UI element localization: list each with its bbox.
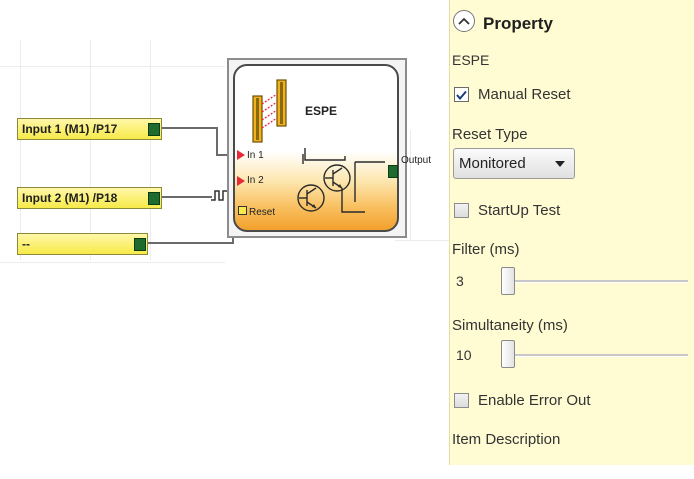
pin-reset-label: Reset <box>249 207 276 218</box>
dropdown-arrow-icon <box>555 161 565 167</box>
wire-reset <box>146 242 234 244</box>
grid-line <box>20 40 21 260</box>
espe-function-block[interactable]: ESPE In 1 In 2 Reset <box>233 64 399 232</box>
input-block-label: Input 1 (M1) /P17 <box>22 122 118 136</box>
input-block-2[interactable]: Input 2 (M1) /P18 <box>17 187 162 209</box>
simultaneity-value: 10 <box>456 347 472 363</box>
pin-in2-arrow-icon[interactable] <box>237 176 245 186</box>
wire-input2 <box>160 196 212 198</box>
wire-input1 <box>160 127 218 129</box>
filter-value: 3 <box>456 273 464 289</box>
pin-in2-label: In 2 <box>247 175 264 186</box>
output-port[interactable] <box>148 192 160 205</box>
enable-error-out-checkbox[interactable] <box>454 393 469 408</box>
light-curtain-icon <box>252 79 287 143</box>
simultaneity-label: Simultaneity (ms) <box>452 317 568 334</box>
grid-line <box>150 40 151 260</box>
output-port[interactable] <box>148 123 160 136</box>
filter-slider-thumb[interactable] <box>501 267 515 295</box>
espe-title: ESPE <box>305 104 338 118</box>
pin-reset-square-icon[interactable] <box>238 206 247 215</box>
wire-input1 <box>216 127 218 155</box>
reset-type-dropdown[interactable]: Monitored <box>453 148 575 179</box>
grid-line <box>0 66 225 67</box>
input-block-1[interactable]: Input 1 (M1) /P17 <box>17 118 162 140</box>
simultaneity-slider-thumb[interactable] <box>501 340 515 368</box>
property-panel: Property ESPE Manual Reset Reset Type Mo… <box>449 0 694 465</box>
collapse-up-icon <box>458 17 470 25</box>
transistor-icon <box>297 148 385 213</box>
signal-pulse-icon <box>211 190 227 201</box>
espe-output-port[interactable] <box>388 165 398 178</box>
panel-title: Property <box>483 14 553 33</box>
startup-test-label: StartUp Test <box>478 202 561 219</box>
espe-output-label: Output <box>401 155 432 166</box>
manual-reset-label: Manual Reset <box>478 86 571 103</box>
logic-canvas[interactable]: Input 1 (M1) /P17 Input 2 (M1) /P18 -- E… <box>0 0 452 479</box>
grid-line <box>0 262 225 263</box>
item-description-label: Item Description <box>452 431 561 448</box>
manual-reset-checkbox[interactable] <box>454 87 469 102</box>
simultaneity-slider-track[interactable] <box>502 354 688 357</box>
enable-error-out-label: Enable Error Out <box>478 392 591 409</box>
input-block-label: -- <box>22 237 30 251</box>
reset-type-value: Monitored <box>459 155 526 172</box>
check-icon <box>456 90 467 100</box>
filter-label: Filter (ms) <box>452 241 520 258</box>
grid-line <box>410 130 411 240</box>
reset-type-label: Reset Type <box>452 126 528 143</box>
grid-line <box>395 240 450 241</box>
startup-test-checkbox[interactable] <box>454 203 469 218</box>
input-block-3[interactable]: -- <box>17 233 148 255</box>
output-port[interactable] <box>134 238 146 251</box>
grid-line <box>90 40 91 260</box>
filter-slider-track[interactable] <box>502 280 688 283</box>
input-block-label: Input 2 (M1) /P18 <box>22 191 118 205</box>
object-name: ESPE <box>452 52 490 68</box>
collapse-button[interactable] <box>453 10 475 32</box>
pin-in1-arrow-icon[interactable] <box>237 150 245 160</box>
pin-in1-label: In 1 <box>247 150 264 161</box>
